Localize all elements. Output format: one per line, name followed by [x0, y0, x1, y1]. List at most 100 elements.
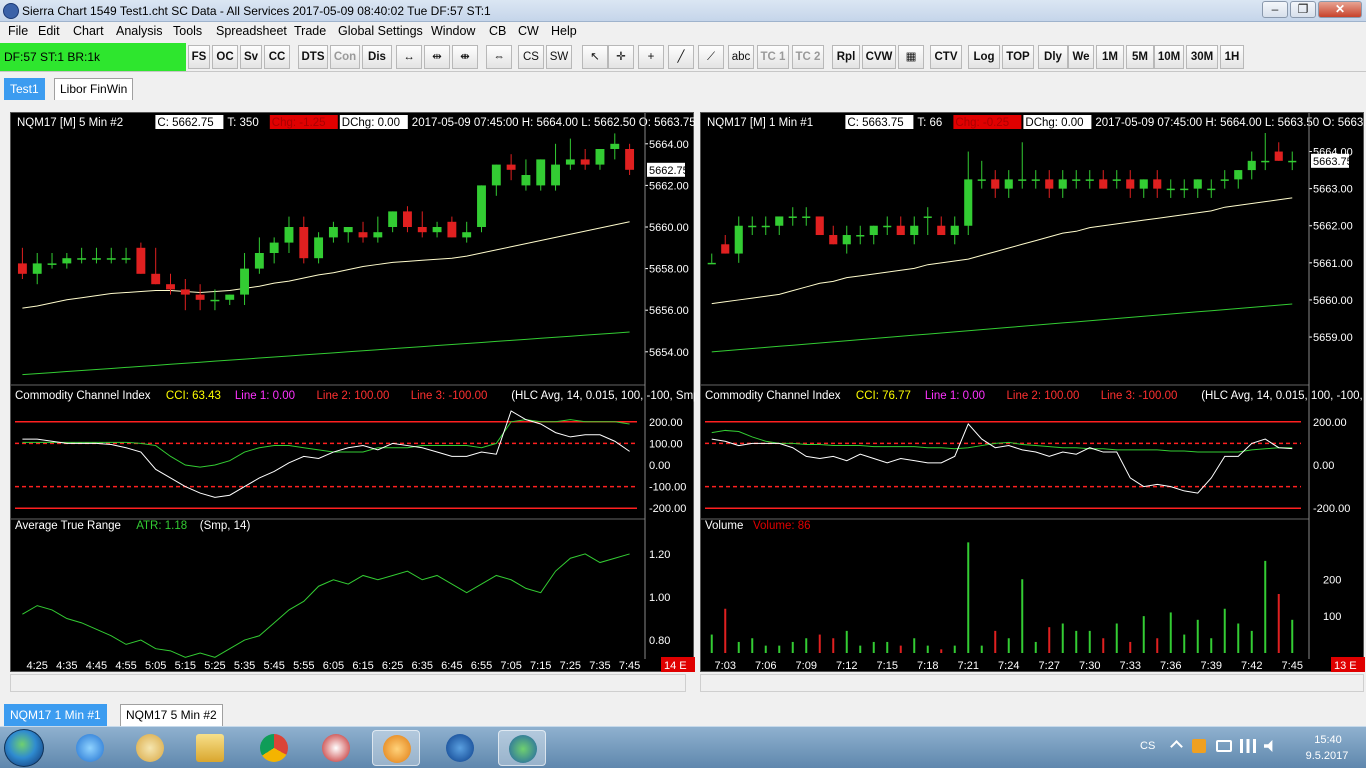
toolbar-dts-button[interactable]: DTS	[298, 45, 328, 69]
taskbar-internet-explorer[interactable]	[66, 730, 114, 766]
action-center-icon[interactable]	[1216, 740, 1232, 752]
candle-body	[254, 253, 264, 269]
tab-test1[interactable]: Test1	[4, 78, 45, 100]
bar-spacing-in-icon[interactable]: ⇹	[424, 45, 450, 69]
sw-icon[interactable]: SW	[546, 45, 572, 69]
crosshair-small-icon[interactable]: +	[638, 45, 664, 69]
menu-help[interactable]: Help	[551, 24, 577, 38]
menu-analysis[interactable]: Analysis	[116, 24, 163, 38]
taskbar-o2[interactable]	[436, 730, 484, 766]
toolbar-dis-button[interactable]: Dis	[362, 45, 392, 69]
horizontal-scrollbar-right[interactable]	[700, 674, 1364, 692]
toolbar-ctv-button[interactable]: CTV	[930, 45, 962, 69]
cci-header-3: Line 2: 100.00	[1007, 390, 1080, 402]
tab-libor-finwin[interactable]: Libor FinWin	[54, 78, 134, 100]
scroll-icon[interactable]: ⇔	[486, 45, 512, 69]
toolbar-30m-button[interactable]: 30M	[1186, 45, 1218, 69]
windows-taskbar: CS 15:40 9.5.2017	[0, 726, 1366, 768]
tray-expand-icon[interactable]	[1170, 740, 1183, 753]
toolbar-rpl-button[interactable]: Rpl	[832, 45, 860, 69]
clock-date[interactable]: 9.5.2017	[1300, 750, 1354, 762]
language-indicator[interactable]: CS	[1140, 740, 1155, 752]
candle-body	[910, 225, 919, 236]
toolbar-5m-button[interactable]: 5M	[1126, 45, 1154, 69]
taskbar-chrome[interactable]	[250, 730, 298, 766]
candle-body	[964, 179, 973, 226]
time-label: 5:45	[263, 660, 284, 672]
toolbar-1m-button[interactable]: 1M	[1096, 45, 1124, 69]
horizontal-scrollbar-left[interactable]	[10, 674, 686, 692]
close-button[interactable]: ✕	[1318, 1, 1362, 18]
clock-time[interactable]: 15:40	[1306, 734, 1350, 746]
toolbar-cvw-button[interactable]: CVW	[862, 45, 896, 69]
candle-body	[477, 185, 486, 227]
time-label: 5:05	[145, 660, 166, 672]
candle-body	[937, 225, 946, 236]
toolbar-cc-button[interactable]: CC	[264, 45, 290, 69]
candle-body	[991, 179, 1000, 189]
toolbar-tc-2-button[interactable]: TC 2	[792, 45, 824, 69]
toolbar-we-button[interactable]: We	[1068, 45, 1094, 69]
start-button[interactable]	[4, 729, 44, 767]
candle-body	[1112, 179, 1121, 181]
header-bar_info: 2017-05-09 07:45:00 H: 5664.00 L: 5662.5…	[412, 117, 695, 129]
header-dchg: DChg: 0.00	[1025, 117, 1083, 129]
taskbar-paint[interactable]	[126, 730, 174, 766]
ray-tool-icon[interactable]: ⟋	[698, 45, 724, 69]
menu-edit[interactable]: Edit	[38, 24, 60, 38]
menu-chart[interactable]: Chart	[73, 24, 104, 38]
chart-5min[interactable]: NQM17 [M] 5 Min #2 C: 5662.75 T: 350 Chg: -…	[10, 112, 695, 672]
menu-window[interactable]: Window	[431, 24, 475, 38]
toolbar-1h-button[interactable]: 1H	[1220, 45, 1244, 69]
taskbar-sierra-chart[interactable]	[372, 730, 420, 766]
maximize-button[interactable]: ❐	[1290, 1, 1316, 18]
taskbar-app[interactable]	[312, 730, 360, 766]
menu-spreadsheet[interactable]: Spreadsheet	[216, 24, 287, 38]
candle-body	[869, 225, 878, 236]
toolbar-dly-button[interactable]: Dly	[1038, 45, 1068, 69]
bar-spacing-icon[interactable]: ↔	[396, 45, 422, 69]
candle-body	[610, 143, 620, 149]
cci-header-0: Commodity Channel Index	[15, 390, 151, 402]
taskbar-globe[interactable]	[498, 730, 546, 766]
candle-body	[106, 258, 116, 260]
time-label: 7:06	[755, 660, 776, 672]
crosshair-icon[interactable]: ✛	[608, 45, 634, 69]
time-label: 7:36	[1160, 660, 1181, 672]
tab-nqm17-5min[interactable]: NQM17 5 Min #2	[120, 704, 223, 726]
minimize-button[interactable]: –	[1262, 1, 1288, 18]
network-icon[interactable]	[1240, 739, 1256, 753]
calendar-icon[interactable]: ▦	[898, 45, 924, 69]
candle-body	[343, 227, 353, 233]
toolbar-sv-button[interactable]: Sv	[240, 45, 262, 69]
cci-tick-label: -200.00	[1313, 503, 1350, 515]
menu-file[interactable]: File	[8, 24, 28, 38]
time-label: 7:27	[1039, 660, 1060, 672]
candle-body	[1139, 179, 1148, 189]
bar-spacing-out-icon[interactable]: ⇼	[452, 45, 478, 69]
toolbar-log-button[interactable]: Log	[968, 45, 1000, 69]
cs-icon[interactable]: CS	[518, 45, 544, 69]
menu-trade[interactable]: Trade	[294, 24, 326, 38]
toolbar-top-button[interactable]: TOP	[1002, 45, 1034, 69]
menu-cw[interactable]: CW	[518, 24, 539, 38]
toolbar-con-button[interactable]: Con	[330, 45, 360, 69]
volume-icon[interactable]	[1264, 740, 1273, 752]
menu-cb[interactable]: CB	[489, 24, 506, 38]
pointer-icon[interactable]: ↖	[582, 45, 608, 69]
toolbar-fs-button[interactable]: FS	[188, 45, 210, 69]
menu-global-settings[interactable]: Global Settings	[338, 24, 423, 38]
toolbar-oc-button[interactable]: OC	[212, 45, 238, 69]
text-tool-icon[interactable]: abc	[728, 45, 754, 69]
tab-nqm17-1min[interactable]: NQM17 1 Min #1	[4, 704, 107, 726]
line-tool-icon[interactable]: ╱	[668, 45, 694, 69]
toolbar-10m-button[interactable]: 10M	[1154, 45, 1184, 69]
office-tray-icon[interactable]	[1192, 739, 1206, 753]
cci-header-3: Line 2: 100.00	[317, 390, 390, 402]
candle-body	[580, 159, 590, 165]
chart-1min[interactable]: NQM17 [M] 1 Min #1 C: 5663.75 T: 66 Chg: -0…	[700, 112, 1365, 672]
taskbar-explorer[interactable]	[186, 730, 234, 766]
candle-body	[166, 284, 175, 290]
menu-tools[interactable]: Tools	[173, 24, 202, 38]
toolbar-tc-1-button[interactable]: TC 1	[757, 45, 789, 69]
